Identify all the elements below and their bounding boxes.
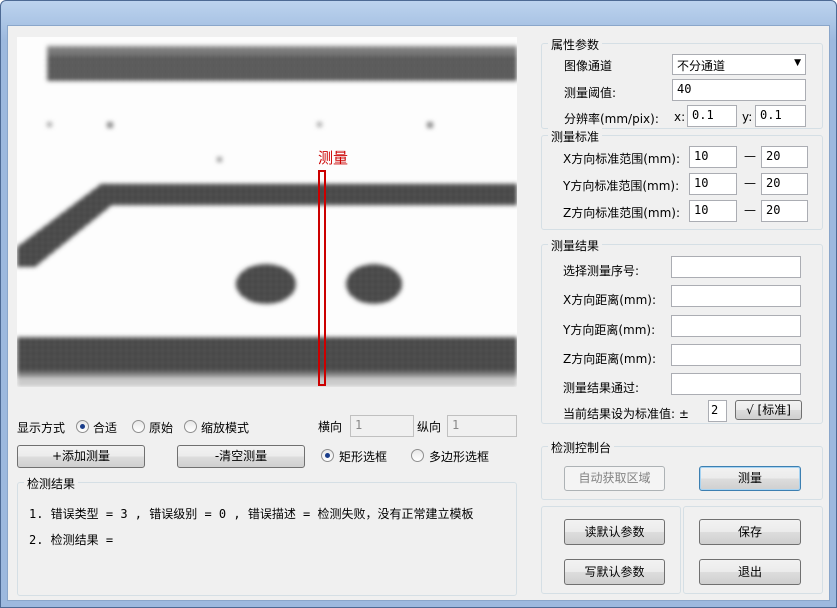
z-distance-input[interactable] [671,344,801,366]
app-window: 测量 显示方式 合适 原始 缩放模式 横向 1 纵向 1 +添加测量 -清空测量… [0,0,837,608]
inspection-image [17,37,517,387]
vertical-label: 纵向 [417,420,442,434]
std-x-max-input[interactable]: 20 [761,146,808,168]
radio-zoom-label: 缩放模式 [201,421,250,435]
radio-polygon-label: 多边形选框 [429,450,490,464]
res-x-label: x: [674,110,686,124]
radio-rect-label: 矩形选框 [339,450,388,464]
attributes-title: 属性参数 [548,36,603,53]
radio-zoom[interactable] [184,420,197,433]
save-button[interactable]: 保存 [699,519,801,545]
z-distance-label: Z方向距离(mm): [563,352,657,366]
auto-region-button[interactable]: 自动获取区域 [564,466,665,491]
x-distance-input[interactable] [671,285,801,307]
action-panel: 保存 退出 [683,506,823,594]
measure-button[interactable]: 测量 [699,466,801,491]
exit-button[interactable]: 退出 [699,559,801,585]
title-bar[interactable] [1,1,836,25]
std-y-label: Y方向标准范围(mm): [563,179,680,193]
y-distance-input[interactable] [671,315,801,337]
detect-result-title: 检测结果 [24,475,79,492]
image-canvas[interactable]: 测量 [17,37,517,387]
y-distance-label: Y方向距离(mm): [563,323,656,337]
vertical-input[interactable]: 1 [447,415,517,437]
std-z-min-input[interactable]: 10 [689,200,737,222]
radio-fit-label: 合适 [93,421,118,435]
result-line-2: 2. 检测结果 = [29,533,114,547]
std-z-label: Z方向标准范围(mm): [563,206,681,220]
resolution-label: 分辨率(mm/pix): [564,112,659,126]
add-measure-button[interactable]: +添加测量 [17,445,145,468]
display-mode-label: 显示方式 [17,421,66,435]
control-title: 检测控制台 [548,439,615,456]
res-x-input[interactable]: 0.1 [687,105,737,127]
standard-group: 测量标准 X方向标准范围(mm): 10 — 20 Y方向标准范围(mm): 1… [541,128,823,230]
radio-polygon-select[interactable] [411,449,424,462]
param-panel: 读默认参数 写默认参数 [541,506,681,594]
set-standard-label: 当前结果设为标准值: ± [563,407,689,421]
radio-fit[interactable] [76,420,89,433]
client-area: 测量 显示方式 合适 原始 缩放模式 横向 1 纵向 1 +添加测量 -清空测量… [7,25,830,601]
detect-result-group: 检测结果 1. 错误类型 = 3 , 错误级别 = 0 , 错误描述 = 检测失… [17,475,517,596]
std-y-dash: — [744,176,756,190]
chevron-down-icon: ▼ [794,58,801,68]
threshold-input[interactable]: 40 [672,79,806,101]
radio-rect-select[interactable] [321,449,334,462]
radio-original-label: 原始 [149,421,174,435]
horizontal-label: 横向 [318,420,343,434]
channel-select-value: 不分通道 [677,59,726,73]
std-y-min-input[interactable]: 10 [689,173,737,195]
select-index-label: 选择测量序号: [563,264,640,278]
threshold-label: 测量阈值: [564,86,617,100]
radio-original[interactable] [132,420,145,433]
set-standard-button[interactable]: √ [标准] [735,400,802,420]
standard-title: 测量标准 [548,128,603,145]
horizontal-input[interactable]: 1 [350,415,414,437]
std-x-dash: — [744,149,756,163]
measure-result-group: 测量结果 选择测量序号: X方向距离(mm): Y方向距离(mm): Z方向距离… [541,237,823,424]
measure-result-title: 测量结果 [548,237,603,254]
tolerance-input[interactable]: 2 [708,400,727,422]
res-y-input[interactable]: 0.1 [755,105,806,127]
res-y-label: y: [742,110,753,124]
std-x-min-input[interactable]: 10 [689,146,737,168]
pass-input[interactable] [671,373,801,395]
result-line-1: 1. 错误类型 = 3 , 错误级别 = 0 , 错误描述 = 检测失败，没有正… [29,507,474,521]
channel-select[interactable]: 不分通道 ▼ [672,54,806,75]
std-z-dash: — [744,203,756,217]
read-default-button[interactable]: 读默认参数 [564,519,665,545]
pass-label: 测量结果通过: [563,381,640,395]
measure-overlay-label: 测量 [318,149,349,167]
std-y-max-input[interactable]: 20 [761,173,808,195]
select-index-input[interactable] [671,256,801,278]
clear-measure-button[interactable]: -清空测量 [177,445,305,468]
std-z-max-input[interactable]: 20 [761,200,808,222]
write-default-button[interactable]: 写默认参数 [564,559,665,585]
attributes-group: 属性参数 图像通道 不分通道 ▼ 测量阈值: 40 分辨率(mm/pix): x… [541,36,823,129]
channel-label: 图像通道 [564,59,613,73]
x-distance-label: X方向距离(mm): [563,293,657,307]
control-group: 检测控制台 自动获取区域 测量 [541,439,823,500]
std-x-label: X方向标准范围(mm): [563,152,681,166]
